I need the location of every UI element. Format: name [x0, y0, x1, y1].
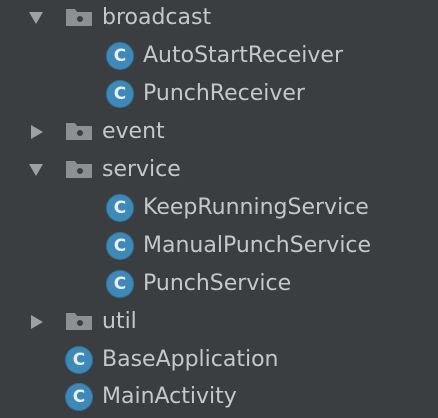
- class-icon-letter: C: [72, 350, 86, 370]
- class-label: PunchService: [143, 271, 292, 296]
- class-label: AutoStartReceiver: [143, 43, 343, 68]
- class-icon-letter: C: [113, 236, 127, 256]
- class-label: KeepRunningService: [143, 195, 369, 220]
- package-folder-icon: [65, 7, 93, 27]
- class-icon-letter: C: [113, 198, 127, 218]
- class-label: ManualPunchService: [143, 233, 372, 258]
- class-icon: C: [106, 194, 134, 222]
- tree-node-manualpunchservice[interactable]: C ManualPunchService: [0, 227, 438, 265]
- tree-node-mainactivity[interactable]: C MainActivity: [0, 378, 438, 416]
- package-folder-icon: [65, 311, 93, 331]
- class-icon-letter: C: [72, 387, 86, 407]
- class-icon-letter: C: [113, 84, 127, 104]
- tree-node-service[interactable]: service: [0, 151, 438, 189]
- class-icon-letter: C: [113, 46, 127, 66]
- expand-arrow-icon[interactable]: [29, 12, 43, 24]
- tree-node-event[interactable]: event: [0, 113, 438, 151]
- tree-node-keeprunningservice[interactable]: C KeepRunningService: [0, 189, 438, 227]
- class-icon: C: [106, 42, 134, 70]
- collapse-arrow-icon[interactable]: [31, 315, 43, 329]
- package-label: service: [102, 157, 181, 182]
- class-label: MainActivity: [102, 384, 237, 409]
- project-tree: broadcast C AutoStartReceiver C PunchRec…: [0, 0, 438, 418]
- collapse-arrow-icon[interactable]: [31, 125, 43, 139]
- tree-node-autostartreceiver[interactable]: C AutoStartReceiver: [0, 37, 438, 75]
- package-label: broadcast: [102, 5, 212, 30]
- class-label: BaseApplication: [102, 347, 279, 372]
- class-icon: C: [65, 346, 93, 374]
- expand-arrow-icon[interactable]: [29, 164, 43, 176]
- tree-node-punchreceiver[interactable]: C PunchReceiver: [0, 75, 438, 113]
- package-folder-icon: [65, 121, 93, 141]
- class-icon-letter: C: [113, 274, 127, 294]
- tree-node-util[interactable]: util: [0, 303, 438, 341]
- tree-node-baseapplication[interactable]: C BaseApplication: [0, 341, 438, 379]
- package-folder-icon: [65, 159, 93, 179]
- class-label: PunchReceiver: [143, 81, 305, 106]
- class-icon: C: [65, 383, 93, 411]
- package-label: event: [102, 119, 165, 144]
- class-icon: C: [106, 270, 134, 298]
- tree-node-punchservice[interactable]: C PunchService: [0, 265, 438, 303]
- class-icon: C: [106, 80, 134, 108]
- tree-node-broadcast[interactable]: broadcast: [0, 0, 438, 37]
- class-icon: C: [106, 232, 134, 260]
- package-label: util: [102, 309, 137, 334]
